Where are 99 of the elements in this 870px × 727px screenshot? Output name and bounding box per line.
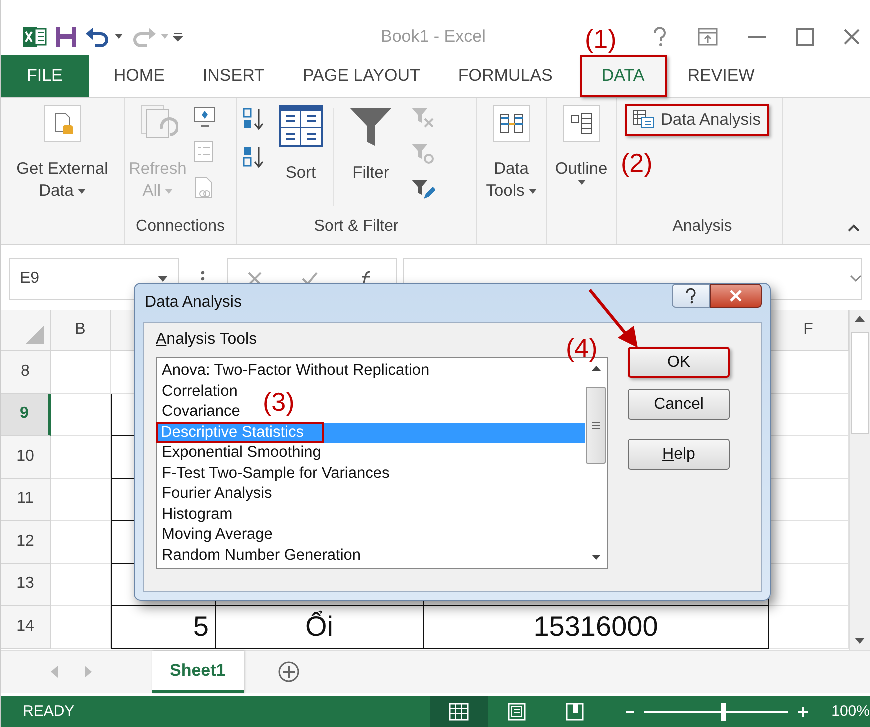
ok-button[interactable]: OK	[628, 347, 730, 378]
list-item[interactable]: Moving Average	[157, 525, 273, 546]
callout-label: (3)	[263, 387, 295, 417]
properties-icon	[192, 140, 215, 164]
slider-thumb[interactable]	[720, 702, 726, 720]
ribbon-display-icon[interactable]	[698, 28, 718, 46]
table-cell: 15316000	[424, 606, 769, 648]
get-external-data-button[interactable]: Get External Data	[14, 104, 110, 202]
row-header[interactable]: 11	[1, 478, 51, 521]
caret-icon[interactable]	[115, 34, 123, 40]
outline-icon	[562, 104, 602, 144]
table-cell	[51, 564, 111, 606]
database-icon	[42, 104, 82, 144]
scroll-down-icon[interactable]	[592, 555, 600, 560]
row-header[interactable]: 10	[1, 436, 51, 478]
list-item[interactable]: Histogram	[157, 504, 233, 525]
list-item[interactable]: F-Test Two-Sample for Variances	[157, 464, 390, 484]
help-icon[interactable]	[652, 26, 668, 46]
scroll-down-icon[interactable]	[855, 638, 865, 644]
customize-icon[interactable]	[173, 32, 183, 42]
advanced-filter-icon[interactable]	[411, 178, 435, 202]
list-label: Analysis Tools	[156, 331, 258, 349]
column-header[interactable]: B	[51, 310, 111, 350]
undo-icon[interactable]	[85, 26, 111, 48]
row-header[interactable]: 12	[1, 521, 51, 564]
caret-icon	[165, 188, 174, 194]
question-mark-icon[interactable]	[685, 288, 697, 304]
table-icon	[633, 110, 657, 130]
add-sheet-icon[interactable]	[278, 661, 300, 683]
edit-links-icon	[192, 176, 215, 200]
scroll-up-icon[interactable]	[855, 316, 865, 322]
scroll-up-icon[interactable]	[592, 366, 600, 371]
sheet-tab[interactable]: Sheet1	[152, 651, 244, 693]
caret-icon	[161, 34, 169, 40]
reapply-icon	[411, 142, 435, 166]
zoom-in-icon[interactable]	[798, 706, 808, 718]
expand-icon[interactable]	[850, 275, 862, 283]
callout-label: (2)	[621, 148, 653, 178]
scrollbar-thumb[interactable]	[851, 332, 869, 434]
table-cell: 5	[111, 606, 216, 648]
help-button[interactable]: Help	[628, 439, 730, 470]
table-cell	[51, 394, 111, 436]
list-item[interactable]: Random Number Generation	[157, 546, 362, 566]
maximize-icon[interactable]	[796, 28, 814, 46]
table-cell	[51, 521, 111, 564]
collapse-ribbon-icon[interactable]	[848, 224, 860, 232]
sort-descending-icon[interactable]	[242, 144, 266, 170]
normal-view-icon[interactable]	[430, 696, 488, 727]
group-label: Sort & Filter	[313, 218, 400, 237]
scrollbar-thumb[interactable]	[586, 387, 606, 464]
outline-button[interactable]: Outline	[553, 104, 610, 185]
caret-icon	[78, 188, 86, 194]
data-analysis-button[interactable]: Data Analysis	[625, 104, 769, 136]
clear-filter-icon	[411, 106, 435, 130]
ribbon-tab[interactable]: INSERT	[184, 55, 284, 97]
group-label: Analysis	[672, 218, 734, 237]
table-cell: Ổi	[216, 606, 424, 648]
zoom-out-icon[interactable]	[626, 710, 634, 714]
row-header[interactable]: 14	[1, 606, 51, 648]
callout-label: (1)	[585, 24, 617, 54]
list-item[interactable]: Anova: Two-Factor Without Replication	[157, 361, 430, 382]
connections-icon[interactable]	[192, 106, 217, 128]
redo-icon	[131, 26, 157, 48]
close-icon[interactable]	[844, 28, 860, 44]
enter-icon[interactable]	[302, 272, 318, 286]
sort-grid-icon	[278, 104, 324, 148]
list-item[interactable]: Correlation	[157, 382, 238, 402]
list-item[interactable]: Covariance	[157, 402, 240, 422]
group-label: Connections	[135, 218, 226, 237]
ribbon-tab[interactable]: FORMULAS	[439, 55, 572, 97]
zoom-level: 100%	[832, 703, 870, 720]
row-header[interactable]: 13	[1, 564, 51, 606]
ribbon-tab[interactable]: FILE	[1, 55, 89, 97]
callout-label: (4)	[566, 333, 598, 363]
table-cell	[51, 436, 111, 478]
close-button[interactable]	[710, 284, 762, 308]
caret-icon	[578, 180, 586, 185]
row-header[interactable]: 9	[1, 394, 51, 436]
ribbon-tab[interactable]: PAGE LAYOUT	[284, 55, 440, 97]
sort-button[interactable]: Sort	[273, 104, 329, 218]
sort-ascending-icon[interactable]	[242, 106, 266, 132]
minimize-icon[interactable]	[748, 34, 766, 38]
ribbon-tab[interactable]: HOME	[94, 55, 184, 97]
excel-logo-icon[interactable]	[23, 26, 47, 48]
data-tools-button[interactable]: Data Tools	[484, 104, 539, 202]
cancel-icon[interactable]	[248, 272, 262, 286]
ribbon-tab[interactable]: DATA	[580, 55, 667, 97]
ribbon-tab[interactable]: REVIEW	[668, 55, 774, 97]
window-title: Book1 - Excel	[381, 26, 486, 46]
status-text: READY	[23, 703, 75, 720]
caret-icon	[528, 188, 537, 194]
list-item[interactable]: Exponential Smoothing	[157, 443, 322, 464]
row-header[interactable]: 8	[1, 351, 51, 394]
columns-icon	[492, 104, 532, 144]
filter-button[interactable]: Filter	[338, 104, 404, 218]
help-button[interactable]	[672, 284, 710, 308]
table-cell	[51, 478, 111, 521]
cancel-button[interactable]: Cancel	[628, 389, 730, 420]
list-item[interactable]: Fourier Analysis	[157, 484, 272, 504]
